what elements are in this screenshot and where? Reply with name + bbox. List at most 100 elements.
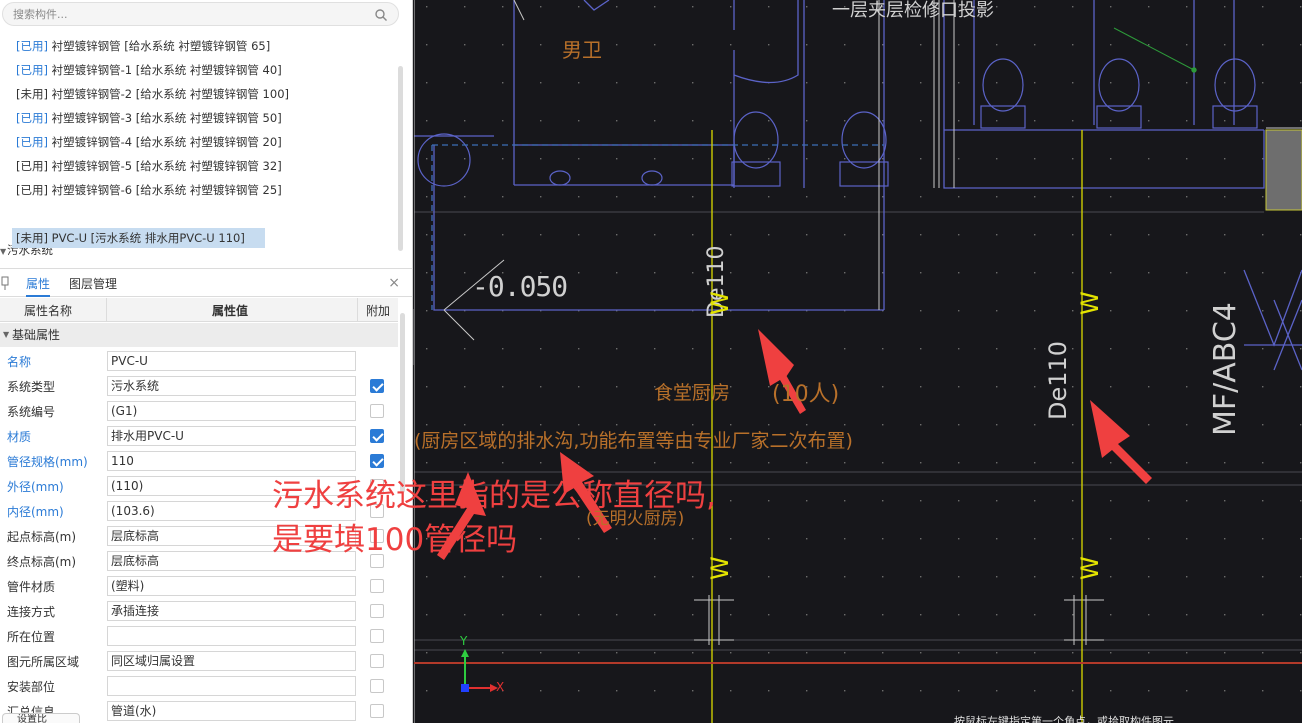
property-row[interactable]: 材质 排水用PVC-U xyxy=(0,423,398,448)
property-row[interactable]: 名称 PVC-U xyxy=(0,348,398,373)
caret-down-icon[interactable]: ▼ xyxy=(3,323,9,347)
property-scrollbar[interactable] xyxy=(400,313,405,493)
cad-viewport[interactable]: 男卫 一层夹层检修口投影 -0.050 De110 De110 食堂厨房 (10… xyxy=(414,0,1302,723)
property-value-field[interactable] xyxy=(107,626,356,646)
extra-checkbox[interactable] xyxy=(370,604,384,618)
extra-checkbox[interactable] xyxy=(370,654,384,668)
search-box[interactable] xyxy=(2,2,399,26)
extra-checkbox[interactable] xyxy=(370,679,384,693)
column-divider[interactable] xyxy=(357,298,358,322)
property-row[interactable]: 管件材质 (塑料) xyxy=(0,573,398,598)
pipe-size-right: De110 xyxy=(1044,340,1072,420)
property-tabs: 属性 图层管理 × xyxy=(0,269,412,297)
tree-item[interactable]: [已用] 衬塑镀锌钢管-4 [给水系统 衬塑镀锌钢管 20] xyxy=(16,132,282,152)
kitchen-title: 食堂厨房 xyxy=(654,382,731,404)
tab-properties[interactable]: 属性 xyxy=(26,275,51,297)
property-value-field[interactable]: (塑料) xyxy=(107,576,356,596)
axis-y-label: Y xyxy=(460,634,468,648)
property-row[interactable]: 系统类型 污水系统 xyxy=(0,373,398,398)
property-row[interactable]: 管径规格(mm) 110 xyxy=(0,448,398,473)
extra-checkbox[interactable] xyxy=(370,629,384,643)
tree-item[interactable]: [未用] 衬塑镀锌钢管-2 [给水系统 衬塑镀锌钢管 100] xyxy=(16,84,289,104)
property-value-field[interactable]: 同区域归属设置 xyxy=(107,651,356,671)
property-group-basic[interactable]: ▼ 基础属性 xyxy=(0,323,398,347)
search-icon[interactable] xyxy=(374,8,388,22)
status-tag: [已用] xyxy=(16,159,48,173)
left-panel: [已用] 衬塑镀锌钢管 [给水系统 衬塑镀锌钢管 65] [已用] 衬塑镀锌钢管… xyxy=(0,0,413,723)
property-row[interactable]: 所在位置 xyxy=(0,623,398,648)
tree-item-label: 衬塑镀锌钢管-5 [给水系统 衬塑镀锌钢管 32] xyxy=(51,159,282,173)
extra-checkbox[interactable] xyxy=(370,454,384,468)
grid-background xyxy=(414,0,1302,723)
tree-item-label: 衬塑镀锌钢管-1 [给水系统 衬塑镀锌钢管 40] xyxy=(51,63,282,77)
axis-x-label: X xyxy=(496,680,505,694)
status-tag: [已用] xyxy=(16,135,48,149)
property-value-field[interactable]: 承插连接 xyxy=(107,601,356,621)
status-tag: [未用] xyxy=(16,87,48,101)
property-name: 管件材质 xyxy=(7,580,56,594)
tree-item-label: 衬塑镀锌钢管-3 [给水系统 衬塑镀锌钢管 50] xyxy=(51,111,282,125)
top-note: 一层夹层检修口投影 xyxy=(832,0,994,21)
pipe-mark: W xyxy=(1076,556,1104,580)
property-name: 内径(mm) xyxy=(7,505,64,519)
tree-item-label: 衬塑镀锌钢管 [给水系统 衬塑镀锌钢管 65] xyxy=(51,39,271,53)
property-name: 起点标高(m) xyxy=(7,530,77,544)
status-tag: [已用] xyxy=(16,111,48,125)
column-divider[interactable] xyxy=(106,298,107,322)
property-name: 系统编号 xyxy=(7,405,56,419)
tab-layer-management[interactable]: 图层管理 xyxy=(69,275,117,297)
property-row[interactable]: 图元所属区域 同区域归属设置 xyxy=(0,648,398,673)
property-name: 连接方式 xyxy=(7,605,56,619)
tree-item-label: 衬塑镀锌钢管-4 [给水系统 衬塑镀锌钢管 20] xyxy=(51,135,282,149)
extra-checkbox[interactable] xyxy=(370,404,384,418)
status-tag: [已用] xyxy=(16,39,48,53)
extra-checkbox[interactable] xyxy=(370,579,384,593)
tree-scrollbar[interactable] xyxy=(398,66,403,251)
property-row[interactable]: 系统编号 (G1) xyxy=(0,398,398,423)
tree-item-label: 衬塑镀锌钢管-2 [给水系统 衬塑镀锌钢管 100] xyxy=(51,87,289,101)
property-name: 安装部位 xyxy=(7,680,56,694)
property-value-field[interactable]: PVC-U xyxy=(107,351,356,371)
tree-item-label: [未用] PVC-U [污水系统 排水用PVC-U 110] xyxy=(16,231,245,245)
tree-item[interactable]: [已用] 衬塑镀锌钢管-1 [给水系统 衬塑镀锌钢管 40] xyxy=(16,60,282,80)
cad-drawing[interactable] xyxy=(414,0,1302,723)
pipe-mark: W xyxy=(706,291,734,315)
property-value-field[interactable]: 污水系统 xyxy=(107,376,356,396)
property-row[interactable]: 安装部位 xyxy=(0,673,398,698)
property-value-field[interactable]: (G1) xyxy=(107,401,356,421)
tree-item-selected[interactable]: [未用] PVC-U [污水系统 排水用PVC-U 110] xyxy=(12,228,265,248)
kitchen-count: (10人) xyxy=(772,382,840,407)
extra-checkbox[interactable] xyxy=(370,429,384,443)
property-value-field[interactable]: 管道(水) xyxy=(107,701,356,721)
property-row[interactable]: 连接方式 承插连接 xyxy=(0,598,398,623)
column-header-name: 属性名称 xyxy=(24,304,73,318)
pipe-mark: W xyxy=(1076,291,1104,315)
property-name: 终点标高(m) xyxy=(7,555,77,569)
annotation-line: 污水系统这里指的是公称直径吗, xyxy=(272,478,716,514)
extra-checkbox[interactable] xyxy=(370,704,384,718)
bottom-tab[interactable]: 设置比 xyxy=(2,713,80,723)
property-value-field[interactable]: 110 xyxy=(107,451,356,471)
property-name: 管径规格(mm) xyxy=(7,455,88,469)
tree-item[interactable]: [已用] 衬塑镀锌钢管-5 [给水系统 衬塑镀锌钢管 32] xyxy=(16,156,282,176)
property-group-label: 基础属性 xyxy=(12,328,61,342)
tree-item[interactable]: [已用] 衬塑镀锌钢管-3 [给水系统 衬塑镀锌钢管 50] xyxy=(16,108,282,128)
close-icon[interactable]: × xyxy=(388,275,400,291)
caret-down-icon[interactable]: ▼ xyxy=(0,242,7,262)
annotation-line: 是要填100管径吗 xyxy=(272,522,518,558)
property-value-field[interactable] xyxy=(107,676,356,696)
kitchen-note: (厨房区域的排水沟,功能布置等由专业厂家二次布置) xyxy=(414,430,853,452)
tree-item[interactable]: [已用] 衬塑镀锌钢管-6 [给水系统 衬塑镀锌钢管 25] xyxy=(16,180,282,200)
extra-checkbox[interactable] xyxy=(370,379,384,393)
component-tree: [已用] 衬塑镀锌钢管 [给水系统 衬塑镀锌钢管 65] [已用] 衬塑镀锌钢管… xyxy=(0,34,400,260)
search-input[interactable] xyxy=(13,6,363,23)
status-bar-text: 按鼠标左键指定第一个角点，或拾取构件图元 xyxy=(954,715,1174,723)
pin-icon[interactable] xyxy=(0,275,10,291)
property-name: 系统类型 xyxy=(7,380,56,394)
elevation-label: -0.050 xyxy=(472,270,568,303)
tree-item[interactable]: [已用] 衬塑镀锌钢管 [给水系统 衬塑镀锌钢管 65] xyxy=(16,36,270,56)
tree-item-label: 衬塑镀锌钢管-6 [给水系统 衬塑镀锌钢管 25] xyxy=(51,183,282,197)
column-header-value: 属性值 xyxy=(212,304,249,318)
property-name: 外径(mm) xyxy=(7,480,64,494)
property-value-field[interactable]: 排水用PVC-U xyxy=(107,426,356,446)
